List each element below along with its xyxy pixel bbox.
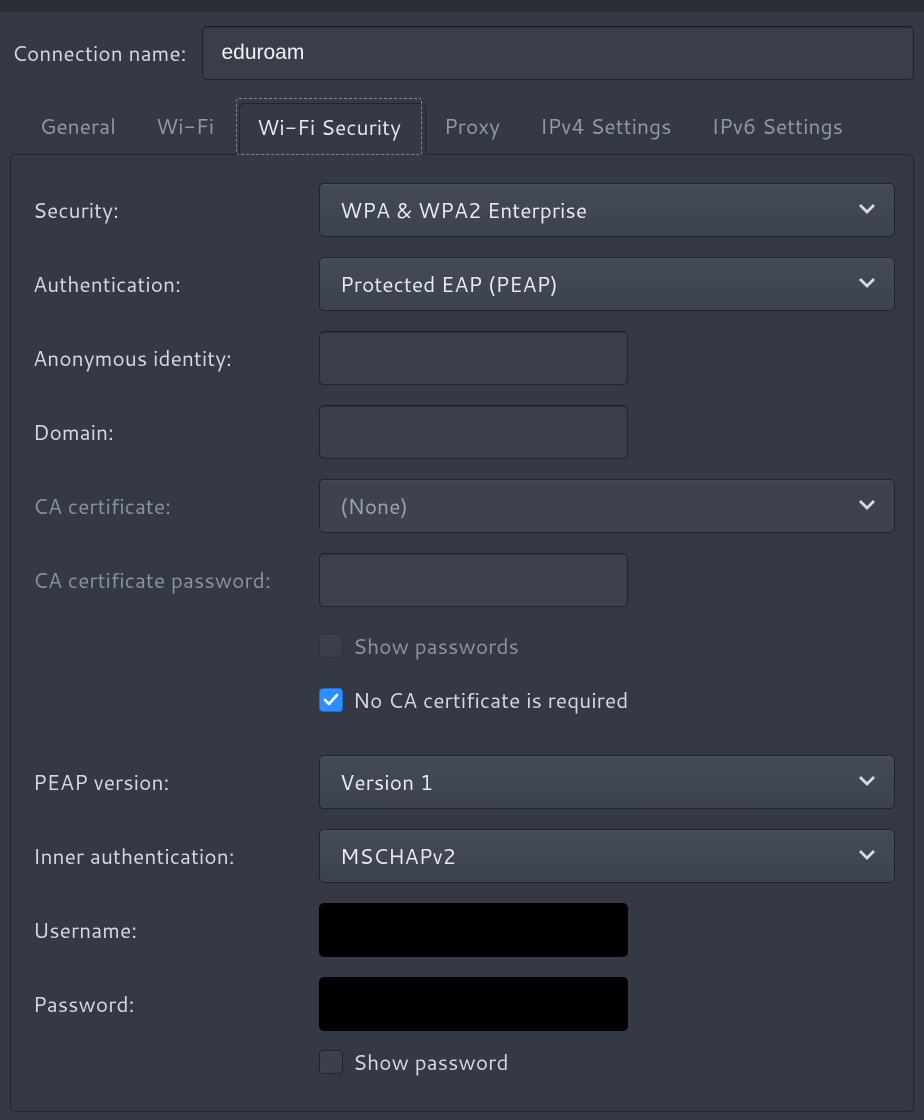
domain-input[interactable] xyxy=(319,405,628,459)
password-input[interactable] xyxy=(319,977,628,1031)
inner-authentication-label: Inner authentication: xyxy=(29,841,319,871)
tab-ipv6-settings[interactable]: IPv6 Settings xyxy=(692,98,864,155)
peap-version-select[interactable]: Version 1 xyxy=(319,755,895,809)
window-titlebar xyxy=(0,0,924,12)
ca-certificate-label: CA certificate: xyxy=(29,491,319,521)
username-label: Username: xyxy=(29,915,319,945)
security-select-value: WPA & WPA2 Enterprise xyxy=(340,195,587,225)
tab-wifi[interactable]: Wi-Fi xyxy=(136,98,234,155)
ca-certificate-select-value: (None) xyxy=(340,491,408,521)
security-label: Security: xyxy=(29,195,319,225)
tab-panel-wifi-security: Security: WPA & WPA2 Enterprise Authenti… xyxy=(10,154,914,1112)
password-label: Password: xyxy=(29,989,319,1019)
chevron-down-icon xyxy=(858,278,876,290)
show-passwords-label: Show passwords xyxy=(353,631,519,661)
ca-certificate-password-label: CA certificate password: xyxy=(29,565,319,595)
peap-version-select-value: Version 1 xyxy=(340,767,433,797)
chevron-down-icon xyxy=(858,850,876,862)
connection-name-input[interactable] xyxy=(202,26,914,80)
ca-certificate-select[interactable]: (None) xyxy=(319,479,895,533)
chevron-down-icon xyxy=(858,776,876,788)
tab-general[interactable]: General xyxy=(20,98,136,155)
peap-version-label: PEAP version: xyxy=(29,767,319,797)
no-ca-required-checkbox[interactable] xyxy=(319,688,343,712)
tab-proxy[interactable]: Proxy xyxy=(424,98,520,155)
username-input[interactable] xyxy=(319,903,628,957)
tab-bar: General Wi-Fi Wi-Fi Security Proxy IPv4 … xyxy=(10,98,914,155)
chevron-down-icon xyxy=(858,204,876,216)
anonymous-identity-label: Anonymous identity: xyxy=(29,343,319,373)
domain-label: Domain: xyxy=(29,417,319,447)
show-password-label: Show password xyxy=(353,1047,509,1077)
authentication-select[interactable]: Protected EAP (PEAP) xyxy=(319,257,895,311)
authentication-select-value: Protected EAP (PEAP) xyxy=(340,269,558,299)
security-select[interactable]: WPA & WPA2 Enterprise xyxy=(319,183,895,237)
inner-authentication-select[interactable]: MSCHAPv2 xyxy=(319,829,895,883)
no-ca-required-label: No CA certificate is required xyxy=(353,685,628,715)
show-password-checkbox[interactable] xyxy=(319,1050,343,1074)
show-passwords-checkbox xyxy=(319,634,343,658)
ca-certificate-password-input xyxy=(319,553,628,607)
connection-name-label: Connection name: xyxy=(10,38,186,68)
dialog-action-bar: Cancel Save xyxy=(10,1112,914,1120)
authentication-label: Authentication: xyxy=(29,269,319,299)
chevron-down-icon xyxy=(858,500,876,512)
inner-authentication-select-value: MSCHAPv2 xyxy=(340,841,456,871)
anonymous-identity-input[interactable] xyxy=(319,331,628,385)
connection-name-row: Connection name: xyxy=(10,26,914,80)
tab-wifi-security[interactable]: Wi-Fi Security xyxy=(236,98,422,155)
check-icon xyxy=(323,692,339,708)
tab-ipv4-settings[interactable]: IPv4 Settings xyxy=(520,98,692,155)
